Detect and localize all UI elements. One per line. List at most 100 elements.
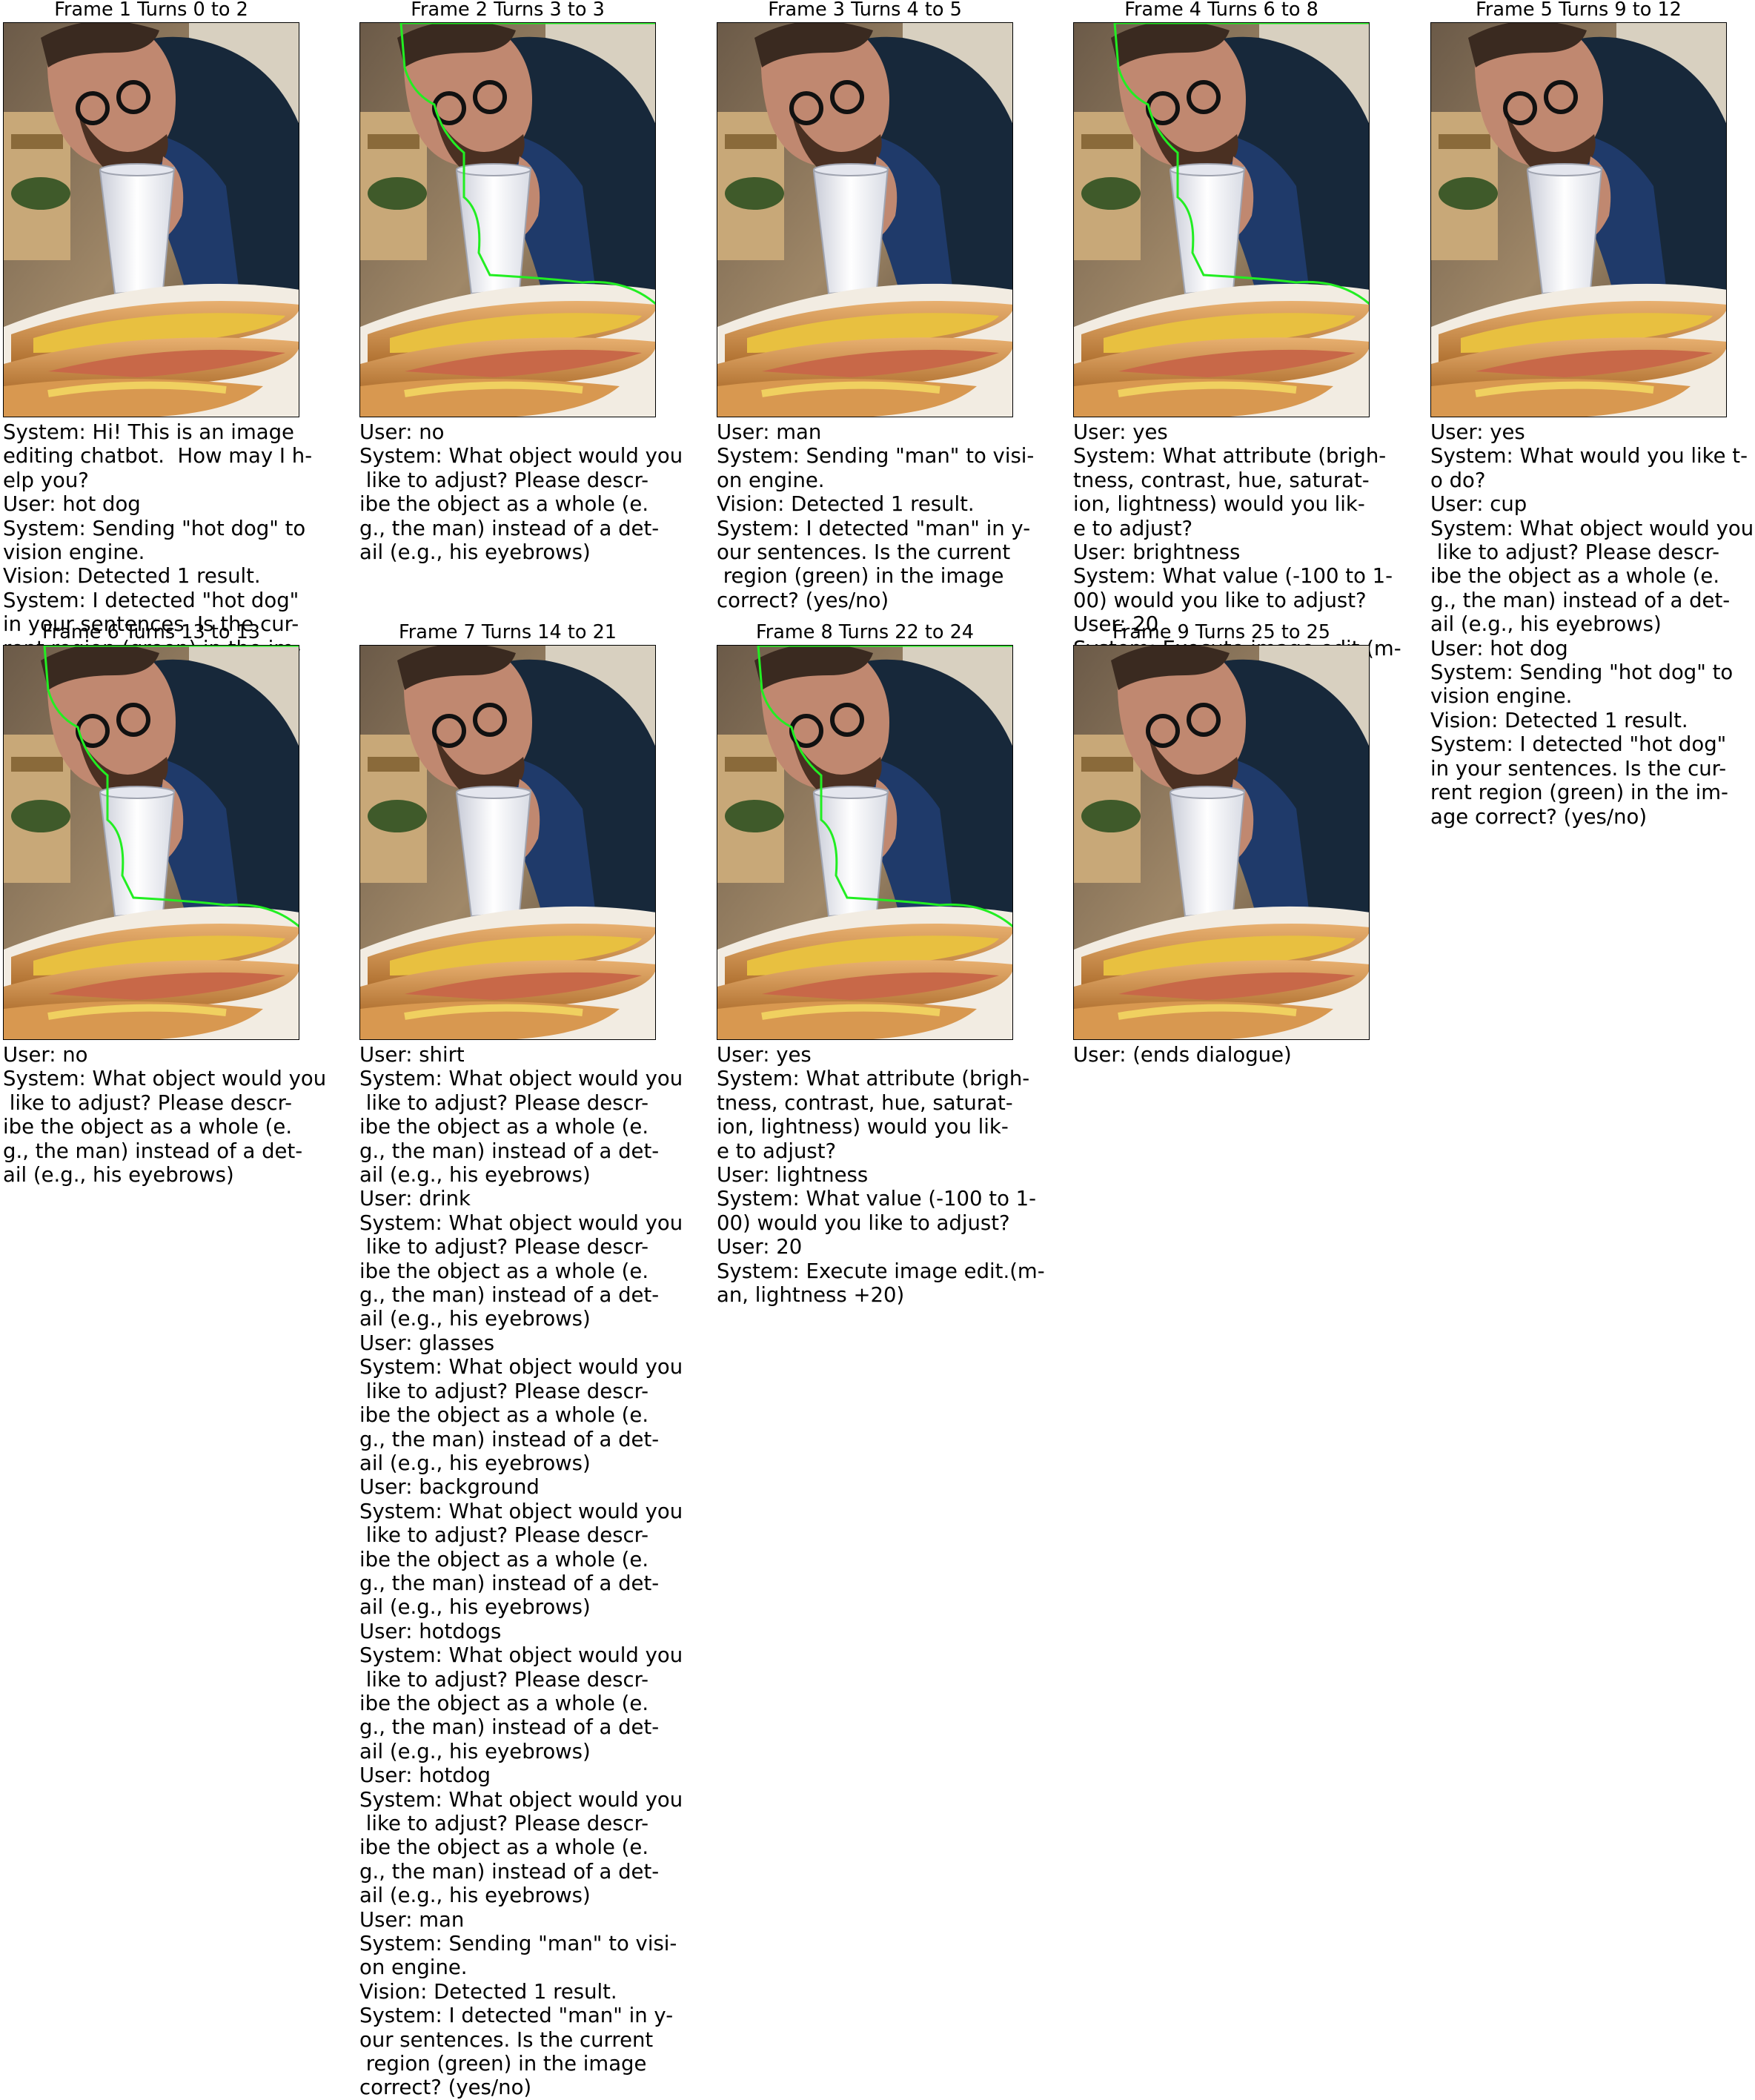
dialogue-line: editing chatbot. How may I h-: [3, 444, 313, 468]
dialogue-line: System: What object would you: [359, 444, 683, 468]
dialogue-line: correct? (yes/no): [717, 588, 889, 612]
dialogue-line: User: hotdog: [359, 1763, 491, 1788]
dialogue-line: on engine.: [717, 468, 825, 492]
dialogue-line: User: yes: [717, 1043, 812, 1067]
frame-photo: [359, 645, 656, 1040]
frame-photo: [1073, 22, 1370, 417]
dialogue-line: System: What object would you: [359, 1499, 683, 1523]
dialogue-line: like to adjust? Please descr-: [3, 1090, 293, 1115]
dialogue-line: ibe the object as a whole (e.: [359, 1835, 649, 1860]
dialogue-line: e to adjust?: [717, 1139, 837, 1163]
dialogue-line: ail (e.g., his eyebrows): [359, 1163, 591, 1188]
dialogue-line: System: Hi! This is an image: [3, 420, 294, 444]
frame-title: Frame 2 Turns 3 to 3: [411, 0, 605, 21]
frame-photo: [1430, 22, 1727, 417]
dialogue-line: g., the man) instead of a det-: [1430, 588, 1731, 612]
dialogue-line: System: I detected "hot dog": [3, 588, 299, 612]
dialogue-line: System: I detected "man" in y-: [359, 2004, 674, 2028]
dialogue-line: ibe the object as a whole (e.: [359, 492, 649, 517]
frame-title: Frame 9 Turns 25 to 25: [1112, 621, 1331, 643]
dialogue-line: like to adjust? Please descr-: [359, 1090, 649, 1115]
dialogue-line: tness, contrast, hue, saturat-: [717, 1090, 1013, 1115]
dialogue-line: like to adjust? Please descr-: [359, 1667, 649, 1692]
dialogue-line: User: shirt: [359, 1043, 465, 1067]
dialogue-line: System: Sending "hot dog" to: [3, 516, 306, 540]
dialogue-line: o do?: [1430, 468, 1486, 492]
dialogue-line: ail (e.g., his eyebrows): [1430, 612, 1662, 637]
dialogue-line: elp you?: [3, 468, 89, 492]
dialogue-line: ibe the object as a whole (e.: [359, 1259, 649, 1283]
dialogue-transcript: User: yes System: What would you like t-o…: [1430, 420, 1755, 829]
dialogue-line: System: What value (-100 to 1-: [1073, 564, 1393, 589]
dialogue-line: g., the man) instead of a det-: [359, 1283, 660, 1308]
dialogue-line: System: What would you like t-: [1430, 444, 1748, 468]
dialogue-line: User: yes: [1073, 420, 1168, 444]
dialogue-line: like to adjust? Please descr-: [1430, 540, 1720, 565]
dialogue-line: ibe the object as a whole (e.: [359, 1115, 649, 1139]
dialogue-line: System: Sending "man" to visi-: [717, 444, 1035, 468]
dialogue-line: ail (e.g., his eyebrows): [3, 1163, 234, 1188]
dialogue-line: Vision: Detected 1 result.: [3, 564, 261, 589]
dialogue-line: System: What object would you: [3, 1067, 327, 1091]
frame-photo: [717, 645, 1013, 1040]
dialogue-line: System: What object would you: [359, 1210, 683, 1235]
dialogue-line: ion, lightness) would you lik-: [717, 1115, 1009, 1139]
dialogue-line: User: no: [359, 420, 445, 444]
dialogue-line: vision engine.: [3, 540, 145, 565]
dialogue-line: rent region (green) in the im-: [1430, 781, 1728, 805]
dialogue-line: User: yes: [1430, 420, 1525, 444]
dialogue-line: g., the man) instead of a det-: [3, 1139, 303, 1163]
frame-title: Frame 4 Turns 6 to 8: [1124, 0, 1318, 21]
frame-title: Frame 1 Turns 0 to 2: [54, 0, 248, 21]
dialogue-line: g., the man) instead of a det-: [359, 1571, 660, 1595]
dialogue-line: User: (ends dialogue): [1073, 1043, 1292, 1067]
dialogue-line: 00) would you like to adjust?: [717, 1210, 1010, 1235]
dialogue-line: User: no: [3, 1043, 88, 1067]
dialogue-line: like to adjust? Please descr-: [359, 1235, 649, 1259]
dialogue-line: Vision: Detected 1 result.: [359, 1979, 617, 2004]
dialogue-line: System: What object would you: [359, 1787, 683, 1812]
dialogue-line: vision engine.: [1430, 684, 1573, 709]
dialogue-line: Vision: Detected 1 result.: [1430, 708, 1688, 732]
frame-title: Frame 6 Turns 13 to 13: [42, 621, 261, 643]
frame-photo: [1073, 645, 1370, 1040]
dialogue-transcript: User: yes System: What attribute (brigh-t…: [717, 1043, 1065, 1307]
dialogue-line: System: Sending "hot dog" to: [1430, 660, 1734, 685]
dialogue-line: an, lightness +20): [717, 1283, 905, 1308]
dialogue-line: ibe the object as a whole (e.: [359, 1547, 649, 1571]
dialogue-line: g., the man) instead of a det-: [359, 1427, 660, 1451]
dialogue-line: User: man: [717, 420, 822, 444]
frame-title: Frame 3 Turns 4 to 5: [768, 0, 962, 21]
dialogue-line: ibe the object as a whole (e.: [3, 1115, 293, 1139]
frame-photo: [359, 22, 656, 417]
dialogue-line: g., the man) instead of a det-: [359, 1139, 660, 1163]
dialogue-transcript: User: no System: What object would you li…: [3, 1043, 351, 1187]
dialogue-line: User: hotdogs: [359, 1619, 502, 1643]
dialogue-line: ail (e.g., his eyebrows): [359, 1307, 591, 1331]
dialogue-line: region (green) in the image: [717, 564, 1004, 589]
dialogue-transcript: User: man System: Sending "man" to visi-o…: [717, 420, 1065, 612]
dialogue-line: correct? (yes/no): [359, 2076, 532, 2100]
dialogue-line: our sentences. Is the current: [359, 2027, 654, 2052]
dialogue-line: User: glasses: [359, 1331, 495, 1355]
frame-photo: [3, 22, 299, 417]
dialogue-line: ibe the object as a whole (e.: [1430, 564, 1720, 589]
frame-title: Frame 8 Turns 22 to 24: [755, 621, 975, 643]
dialogue-line: like to adjust? Please descr-: [359, 468, 649, 492]
dialogue-line: ion, lightness) would you lik-: [1073, 492, 1365, 517]
dialogue-line: System: What attribute (brigh-: [717, 1067, 1030, 1091]
dialogue-line: 00) would you like to adjust?: [1073, 588, 1367, 612]
dialogue-line: System: What attribute (brigh-: [1073, 444, 1387, 468]
dialogue-line: like to adjust? Please descr-: [359, 1812, 649, 1835]
dialogue-line: System: What object would you: [1430, 516, 1754, 540]
dialogue-line: System: What value (-100 to 1-: [717, 1187, 1037, 1211]
frame-photo: [3, 645, 299, 1040]
frame-photo: [717, 22, 1013, 417]
dialogue-line: User: cup: [1430, 492, 1527, 517]
dialogue-line: on engine.: [359, 1955, 468, 1980]
dialogue-line: System: I detected "man" in y-: [717, 516, 1031, 540]
dialogue-line: ail (e.g., his eyebrows): [359, 540, 591, 565]
dialogue-line: User: lightness: [717, 1163, 869, 1188]
dialogue-line: like to adjust? Please descr-: [359, 1523, 649, 1548]
dialogue-line: User: 20: [717, 1235, 803, 1259]
